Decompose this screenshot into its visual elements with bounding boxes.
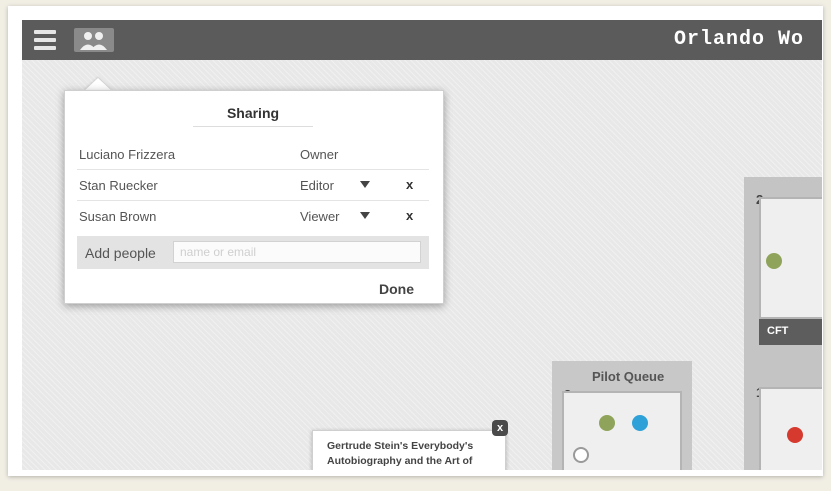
add-people-row: Add people <box>77 236 429 269</box>
role-select[interactable]: Viewer <box>300 209 340 224</box>
chevron-down-icon[interactable] <box>360 212 370 219</box>
item-dot[interactable] <box>573 447 589 463</box>
remove-person-button[interactable]: x <box>406 177 413 192</box>
app-title: Orlando Wo <box>674 28 805 51</box>
person-name: Luciano Frizzera <box>79 147 176 162</box>
add-people-input[interactable] <box>173 241 421 263</box>
tooltip-text: Gertrude Stein's Everybody's Autobiograp… <box>327 440 474 467</box>
hamburger-menu-icon[interactable] <box>34 29 56 51</box>
app-canvas: Orlando Wo Sharing Luciano Frizzera Owne… <box>22 20 822 470</box>
add-people-label: Add people <box>85 245 156 261</box>
sharing-popover: Sharing Luciano Frizzera Owner Stan Ruec… <box>64 90 444 304</box>
close-icon[interactable]: x <box>492 420 508 436</box>
top-bar: Orlando Wo <box>22 20 822 60</box>
item-tooltip: Gertrude Stein's Everybody's Autobiograp… <box>312 430 506 470</box>
item-dot[interactable] <box>787 427 803 443</box>
role-select[interactable]: Editor <box>300 178 334 193</box>
remove-person-button[interactable]: x <box>406 208 413 223</box>
person-role: Owner <box>300 147 339 162</box>
share-row-owner: Luciano Frizzera Owner <box>77 139 429 170</box>
cft-label: CFT <box>759 319 822 345</box>
pilot-queue-title: Pilot Queue <box>592 369 665 384</box>
pilot-queue-panel: Pilot Queue 3 <box>552 361 692 470</box>
right-column-panel: 2 CFT 1 <box>744 177 822 470</box>
people-icon[interactable] <box>72 26 116 54</box>
done-button[interactable]: Done <box>379 281 414 297</box>
pilot-queue-slot[interactable] <box>562 391 682 470</box>
person-name: Susan Brown <box>79 209 157 224</box>
item-dot[interactable] <box>599 415 615 431</box>
cft-label-text: CFT <box>767 325 789 337</box>
item-dot[interactable] <box>766 253 782 269</box>
popover-title: Sharing <box>193 105 313 127</box>
column-slot-top[interactable] <box>759 197 822 319</box>
person-name: Stan Ruecker <box>79 178 158 193</box>
share-row-editor: Stan Ruecker Editor x <box>77 170 429 201</box>
chevron-down-icon[interactable] <box>360 181 370 188</box>
share-row-viewer: Susan Brown Viewer x <box>77 201 429 231</box>
column-slot-bottom[interactable] <box>759 387 822 470</box>
item-dot[interactable] <box>632 415 648 431</box>
